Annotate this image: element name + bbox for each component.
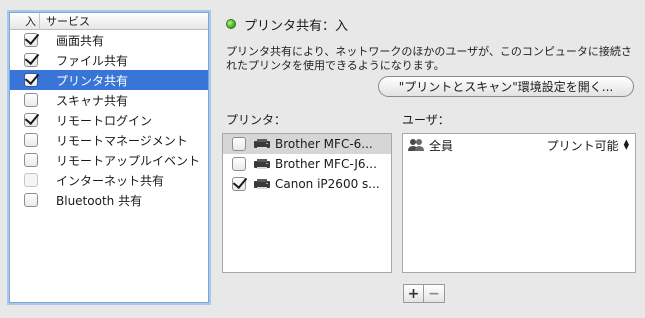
service-row[interactable]: インターネット共有 — [10, 170, 208, 190]
printer-share-checkbox[interactable] — [232, 137, 246, 151]
service-label: プリンタ共有 — [56, 73, 129, 88]
group-icon — [407, 138, 425, 152]
service-description: プリンタ共有により、ネットワークのほかのユーザが、このコンピュータに接続されたプ… — [226, 45, 632, 72]
service-row[interactable]: リモートマネージメント — [10, 130, 208, 150]
user-name: 全員 — [429, 138, 454, 153]
service-checkbox-cell — [10, 133, 52, 147]
service-checkbox-cell — [10, 173, 52, 187]
service-label: Bluetooth 共有 — [56, 193, 143, 208]
service-row[interactable]: 画面共有 — [10, 30, 208, 50]
column-header-service[interactable]: サービス — [40, 13, 90, 29]
service-label: リモートアップルイベント — [56, 153, 201, 168]
users-label: ユーザ： — [402, 113, 450, 127]
permission-value: プリント可能 — [546, 138, 619, 153]
service-row[interactable]: プリンタ共有 — [10, 70, 208, 90]
service-checkbox-cell — [10, 93, 52, 107]
services-list-header: 入 サービス — [10, 13, 208, 30]
remove-user-button[interactable]: − — [424, 284, 445, 303]
service-checkbox[interactable] — [24, 113, 38, 127]
service-checkbox[interactable] — [24, 193, 38, 207]
printer-icon — [253, 138, 271, 150]
column-header-on[interactable]: 入 — [10, 13, 40, 29]
printer-share-checkbox[interactable] — [232, 157, 246, 171]
printers-label: プリンタ： — [226, 113, 287, 127]
service-checkbox-cell — [10, 193, 52, 207]
service-label: インターネット共有 — [56, 173, 165, 188]
service-checkbox-cell — [10, 53, 52, 67]
printers-list[interactable]: Brother MFC-6... Brother MFC-J6... Canon i… — [222, 133, 392, 273]
service-checkbox[interactable] — [24, 93, 38, 107]
printer-name: Canon iP2600 s... — [275, 177, 380, 191]
service-checkbox[interactable] — [24, 73, 38, 87]
service-checkbox-cell — [10, 73, 52, 87]
service-label: 画面共有 — [56, 33, 105, 48]
user-row[interactable]: 全員 プリント可能 ▲ ▼ — [403, 134, 635, 156]
printer-icon — [253, 158, 271, 170]
service-row[interactable]: リモートログイン — [10, 110, 208, 130]
service-checkbox[interactable] — [24, 133, 38, 147]
service-row[interactable]: リモートアップルイベント — [10, 150, 208, 170]
service-label: ファイル共有 — [56, 53, 129, 68]
service-checkbox[interactable] — [24, 53, 38, 67]
updown-arrows-icon: ▲ ▼ — [623, 138, 629, 151]
printer-icon — [253, 178, 271, 190]
service-label: リモートマネージメント — [56, 133, 188, 148]
service-checkbox[interactable] — [24, 153, 38, 167]
service-label: リモートログイン — [56, 113, 153, 128]
printer-name: Brother MFC-6... — [275, 137, 373, 151]
printer-name: Brother MFC-J6... — [275, 157, 377, 171]
status-text: プリンタ共有：入 — [244, 18, 349, 34]
service-row[interactable]: ファイル共有 — [10, 50, 208, 70]
service-status: プリンタ共有：入 — [226, 16, 349, 34]
service-row[interactable]: スキャナ共有 — [10, 90, 208, 110]
permission-select[interactable]: プリント可能 ▲ ▼ — [547, 137, 629, 154]
service-checkbox-cell — [10, 153, 52, 167]
services-list[interactable]: 入 サービス 画面共有ファイル共有 プリンタ共有 スキャナ共有リモートログインリモー… — [9, 12, 209, 303]
service-checkbox — [24, 173, 38, 187]
printer-share-checkbox[interactable] — [232, 177, 246, 191]
user-add-remove-buttons: + − — [403, 284, 445, 303]
printer-row[interactable]: Brother MFC-6... — [223, 134, 391, 154]
service-checkbox[interactable] — [24, 33, 38, 47]
service-checkbox-cell — [10, 33, 52, 47]
service-label: スキャナ共有 — [56, 93, 129, 108]
users-list[interactable]: 全員 プリント可能 ▲ ▼ — [402, 133, 636, 273]
open-print-scan-prefs-button[interactable]: "プリントとスキャン"環境設定を開く... — [378, 76, 634, 97]
printer-row[interactable]: Canon iP2600 s... — [223, 174, 391, 194]
add-user-button[interactable]: + — [403, 284, 424, 303]
printer-row[interactable]: Brother MFC-J6... — [223, 154, 391, 174]
status-indicator-icon — [226, 19, 236, 29]
service-checkbox-cell — [10, 113, 52, 127]
service-row[interactable]: Bluetooth 共有 — [10, 190, 208, 210]
